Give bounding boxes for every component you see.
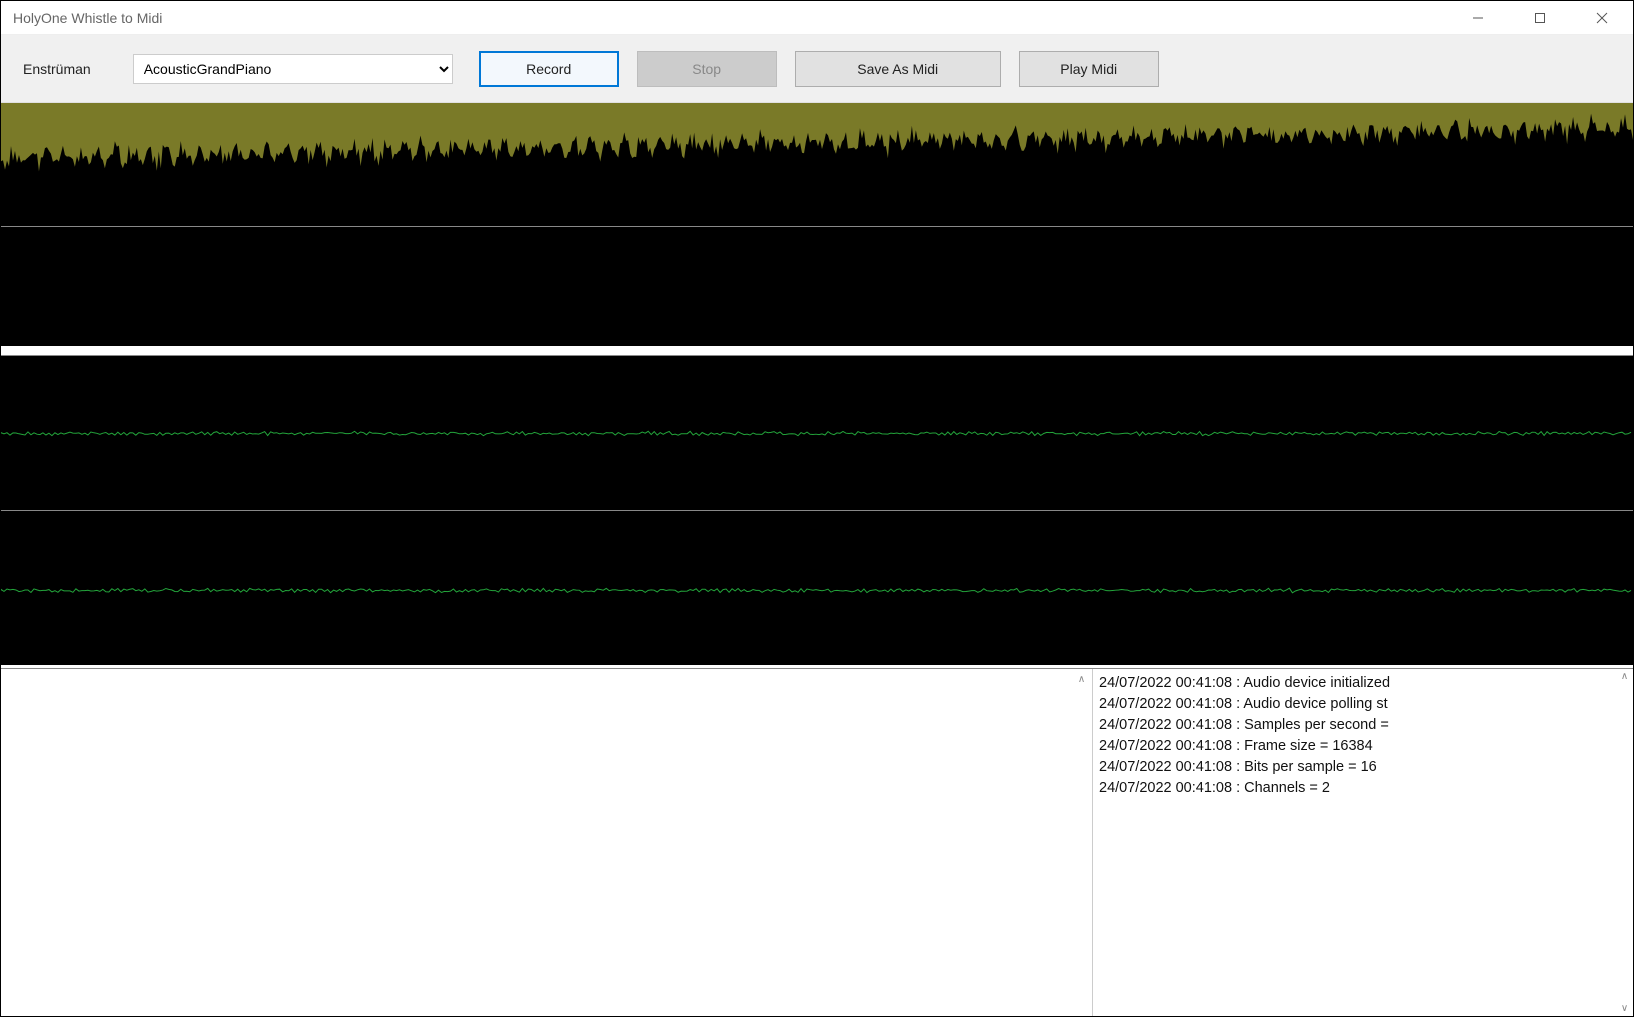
stop-button: Stop [637,51,777,87]
log-lines: 24/07/2022 00:41:08 : Audio device initi… [1093,669,1616,1016]
waveform-right-pane [1,510,1633,665]
log-line: 24/07/2022 00:41:08 : Bits per sample = … [1099,757,1610,778]
close-button[interactable] [1571,1,1633,35]
scroll-down-icon[interactable]: ∨ [1621,1003,1628,1014]
waveform-left-pane [1,355,1633,510]
log-line: 24/07/2022 00:41:08 : Audio device initi… [1099,673,1610,694]
log-right-panel: 24/07/2022 00:41:08 : Audio device initi… [1093,669,1633,1016]
log-left-panel: ∧ [1,669,1093,1016]
spectrum-pane [1,103,1633,226]
log-line: 24/07/2022 00:41:08 : Audio device polli… [1099,694,1610,715]
minimize-button[interactable] [1447,1,1509,35]
log-scrollbar[interactable]: ∧ ∨ [1616,669,1633,1016]
log-line: 24/07/2022 00:41:08 : Samples per second… [1099,715,1610,736]
pane-separator [1,346,1633,355]
log-area: ∧ 24/07/2022 00:41:08 : Audio device ini… [1,668,1633,1016]
maximize-button[interactable] [1509,1,1571,35]
toolbar: Enstrüman AcousticGrandPiano Record Stop… [1,35,1633,103]
log-line: 24/07/2022 00:41:08 : Frame size = 16384 [1099,736,1610,757]
instrument-select[interactable]: AcousticGrandPiano [133,54,453,84]
window-buttons [1447,1,1633,35]
play-midi-button[interactable]: Play Midi [1019,51,1159,87]
titlebar: HolyOne Whistle to Midi [1,1,1633,35]
pane-2 [1,226,1633,346]
log-line: 24/07/2022 00:41:08 : Channels = 2 [1099,778,1610,799]
instrument-label: Enstrüman [23,61,91,77]
visualization-area [1,103,1633,668]
window-title: HolyOne Whistle to Midi [1,10,1447,26]
save-as-midi-button[interactable]: Save As Midi [795,51,1001,87]
scroll-up-icon[interactable]: ∧ [1073,671,1090,688]
toolbar-buttons: Record Stop Save As Midi Play Midi [479,51,1159,87]
record-button[interactable]: Record [479,51,619,87]
scroll-up-icon[interactable]: ∧ [1621,671,1628,682]
